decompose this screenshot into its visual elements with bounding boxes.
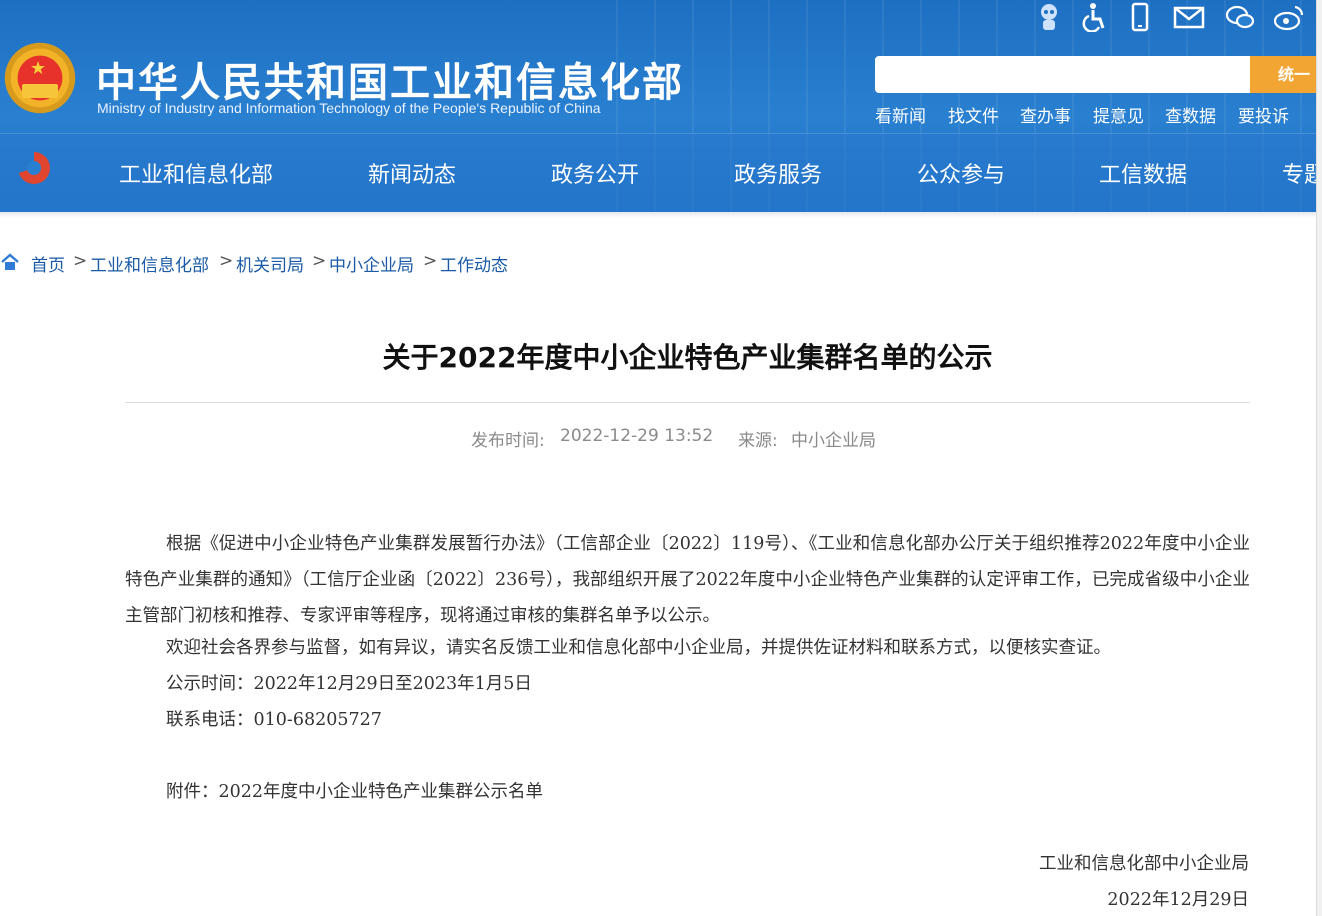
wechat-icon[interactable]	[1224, 2, 1256, 34]
quick-link-data[interactable]: 查数据	[1165, 102, 1216, 127]
breadcrumb-separator: >	[73, 251, 88, 271]
article-paragraph: 根据《促进中小企业特色产业集群发展暂行办法》（工信部企业〔2022〕119号）、…	[125, 534, 1250, 626]
nav-item-data[interactable]: 工信数据	[1099, 157, 1187, 189]
source-label: 来源:	[738, 431, 778, 451]
signature-date: 2022年12月29日	[1107, 890, 1249, 910]
breadcrumb-work-news[interactable]: 工作动态	[440, 251, 508, 276]
mail-icon[interactable]	[1172, 2, 1206, 34]
quick-link-services[interactable]: 查办事	[1020, 102, 1071, 127]
search-button[interactable]: 统一	[1250, 56, 1316, 93]
accessibility-icon[interactable]	[1080, 2, 1110, 34]
article-title: 关于2022年度中小企业特色产业集群名单的公示	[382, 341, 993, 374]
breadcrumb-separator: >	[219, 251, 234, 271]
scrollbar[interactable]	[1316, 0, 1322, 916]
breadcrumb-sme-bureau[interactable]: 中小企业局	[329, 251, 414, 276]
mobile-icon[interactable]	[1125, 2, 1155, 34]
national-emblem-logo[interactable]: ★	[2, 42, 78, 122]
ministry-name-en[interactable]: Ministry of Industry and Information Tec…	[97, 100, 601, 116]
emblem-gate	[22, 84, 58, 98]
breadcrumb-separator: >	[312, 251, 327, 271]
source-value: 中小企业局	[791, 431, 876, 451]
article-paragraph: 欢迎社会各界参与监督，如有异议，请实名反馈工业和信息化部中小企业局，并提供佐证材…	[166, 638, 1111, 658]
quick-link-feedback[interactable]: 提意见	[1093, 102, 1144, 127]
quick-link-docs[interactable]: 找文件	[948, 102, 999, 127]
header-shadow	[0, 212, 1316, 218]
weibo-icon[interactable]	[1272, 2, 1306, 34]
miit-logo-icon[interactable]	[18, 152, 50, 184]
quick-link-news[interactable]: 看新闻	[875, 102, 926, 127]
home-icon[interactable]	[0, 252, 20, 272]
nav-item-participation[interactable]: 公众参与	[917, 157, 1005, 189]
publish-time: 2022-12-29 13:52	[560, 426, 714, 446]
quick-link-complaint[interactable]: 要投诉	[1238, 102, 1289, 127]
title-divider	[125, 402, 1250, 403]
contact-phone: 联系电话：010-68205727	[166, 710, 382, 730]
publish-label: 发布时间:	[471, 431, 545, 451]
breadcrumb-home[interactable]: 首页	[31, 251, 65, 276]
attachment-link[interactable]: 附件：2022年度中小企业特色产业集群公示名单	[166, 778, 543, 803]
nav-item-news[interactable]: 新闻动态	[368, 157, 456, 189]
search-input[interactable]	[875, 56, 1251, 93]
breadcrumb-ministry[interactable]: 工业和信息化部	[90, 251, 209, 276]
robot-icon[interactable]	[1034, 2, 1064, 34]
nav-item-gov-open[interactable]: 政务公开	[551, 157, 639, 189]
breadcrumb-separator: >	[423, 251, 438, 271]
publicity-period: 公示时间：2022年12月29日至2023年1月5日	[166, 674, 532, 694]
nav-item-gov-service[interactable]: 政务服务	[734, 157, 822, 189]
breadcrumb-departments[interactable]: 机关司局	[236, 251, 304, 276]
signature: 工业和信息化部中小企业局	[1039, 854, 1249, 874]
star-icon: ★	[30, 58, 47, 79]
nav-item-ministry[interactable]: 工业和信息化部	[119, 157, 273, 189]
